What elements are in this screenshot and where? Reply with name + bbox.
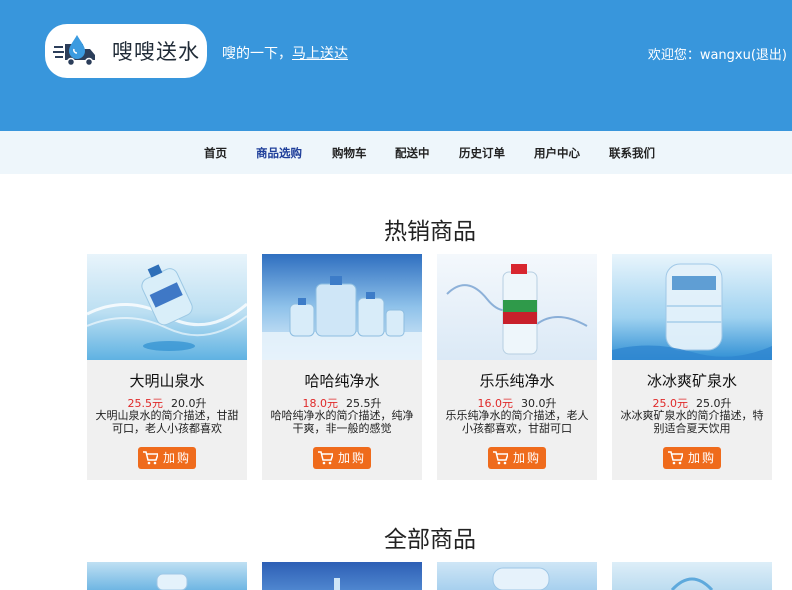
product-image[interactable] <box>437 562 597 590</box>
add-to-cart-button[interactable]: 加购 <box>138 447 196 469</box>
product-name[interactable]: 哈哈纯净水 <box>262 370 422 391</box>
nav-item-shop[interactable]: 商品选购 <box>256 145 302 161</box>
product-image[interactable] <box>612 562 772 590</box>
cart-icon <box>318 451 333 465</box>
product-description: 乐乐纯净水的简介描述，老人小孩都喜欢，甘甜可口 <box>445 409 589 435</box>
hot-products-title: 热销商品 <box>384 219 476 245</box>
product-card[interactable]: 大明山泉水 25.5元 20.0升 大明山泉水的简介描述，甘甜可口，老人小孩都喜欢… <box>87 254 247 480</box>
product-image[interactable] <box>437 254 597 360</box>
logo-text: 嗖嗖送水 <box>112 40 200 64</box>
welcome-logout-link[interactable]: 欢迎您：wangxu(退出) <box>648 44 787 63</box>
product-name[interactable]: 乐乐纯净水 <box>437 370 597 391</box>
add-to-cart-label: 加购 <box>338 451 367 465</box>
add-to-cart-button[interactable]: 加购 <box>313 447 371 469</box>
nav-item-user-center[interactable]: 用户中心 <box>534 145 580 161</box>
product-description: 冰冰爽矿泉水的简介描述，特别适合夏天饮用 <box>620 409 764 435</box>
nav-item-home[interactable]: 首页 <box>204 145 227 161</box>
product-image[interactable] <box>612 254 772 360</box>
water-delivery-logo-icon <box>53 35 95 67</box>
main-nav: 首页 商品选购 购物车 配送中 历史订单 用户中心 联系我们 <box>0 131 792 174</box>
product-description: 大明山泉水的简介描述，甘甜可口，老人小孩都喜欢 <box>95 409 239 435</box>
nav-item-cart[interactable]: 购物车 <box>332 145 367 161</box>
product-image[interactable] <box>87 254 247 360</box>
add-to-cart-label: 加购 <box>163 451 192 465</box>
product-description: 哈哈纯净水的简介描述，纯净干爽，非一般的感觉 <box>270 409 414 435</box>
product-image[interactable] <box>87 562 247 590</box>
add-to-cart-button[interactable]: 加购 <box>488 447 546 469</box>
slogan-link[interactable]: 马上送达 <box>292 46 348 62</box>
nav-item-delivering[interactable]: 配送中 <box>395 145 430 161</box>
product-name[interactable]: 冰冰爽矿泉水 <box>612 370 772 391</box>
product-image[interactable] <box>262 562 422 590</box>
slogan: 嗖的一下，马上送达 <box>222 43 348 63</box>
cart-icon <box>143 451 158 465</box>
site-header: 嗖嗖送水 嗖的一下，马上送达 欢迎您：wangxu(退出) <box>0 0 792 131</box>
add-to-cart-label: 加购 <box>688 451 717 465</box>
nav-item-history-orders[interactable]: 历史订单 <box>459 145 505 161</box>
add-to-cart-button[interactable]: 加购 <box>663 447 721 469</box>
all-products-title: 全部商品 <box>384 527 476 553</box>
add-to-cart-label: 加购 <box>513 451 542 465</box>
product-image[interactable] <box>262 254 422 360</box>
cart-icon <box>493 451 508 465</box>
product-card[interactable]: 乐乐纯净水 16.0元 30.0升 乐乐纯净水的简介描述，老人小孩都喜欢，甘甜可口… <box>437 254 597 480</box>
nav-item-contact[interactable]: 联系我们 <box>609 145 655 161</box>
product-name[interactable]: 大明山泉水 <box>87 370 247 391</box>
product-card[interactable]: 冰冰爽矿泉水 25.0元 25.0升 冰冰爽矿泉水的简介描述，特别适合夏天饮用 加… <box>612 254 772 480</box>
cart-icon <box>668 451 683 465</box>
product-card[interactable]: 哈哈纯净水 18.0元 25.5升 哈哈纯净水的简介描述，纯净干爽，非一般的感觉 … <box>262 254 422 480</box>
logo[interactable]: 嗖嗖送水 <box>45 24 207 78</box>
slogan-text: 嗖的一下， <box>222 46 292 62</box>
